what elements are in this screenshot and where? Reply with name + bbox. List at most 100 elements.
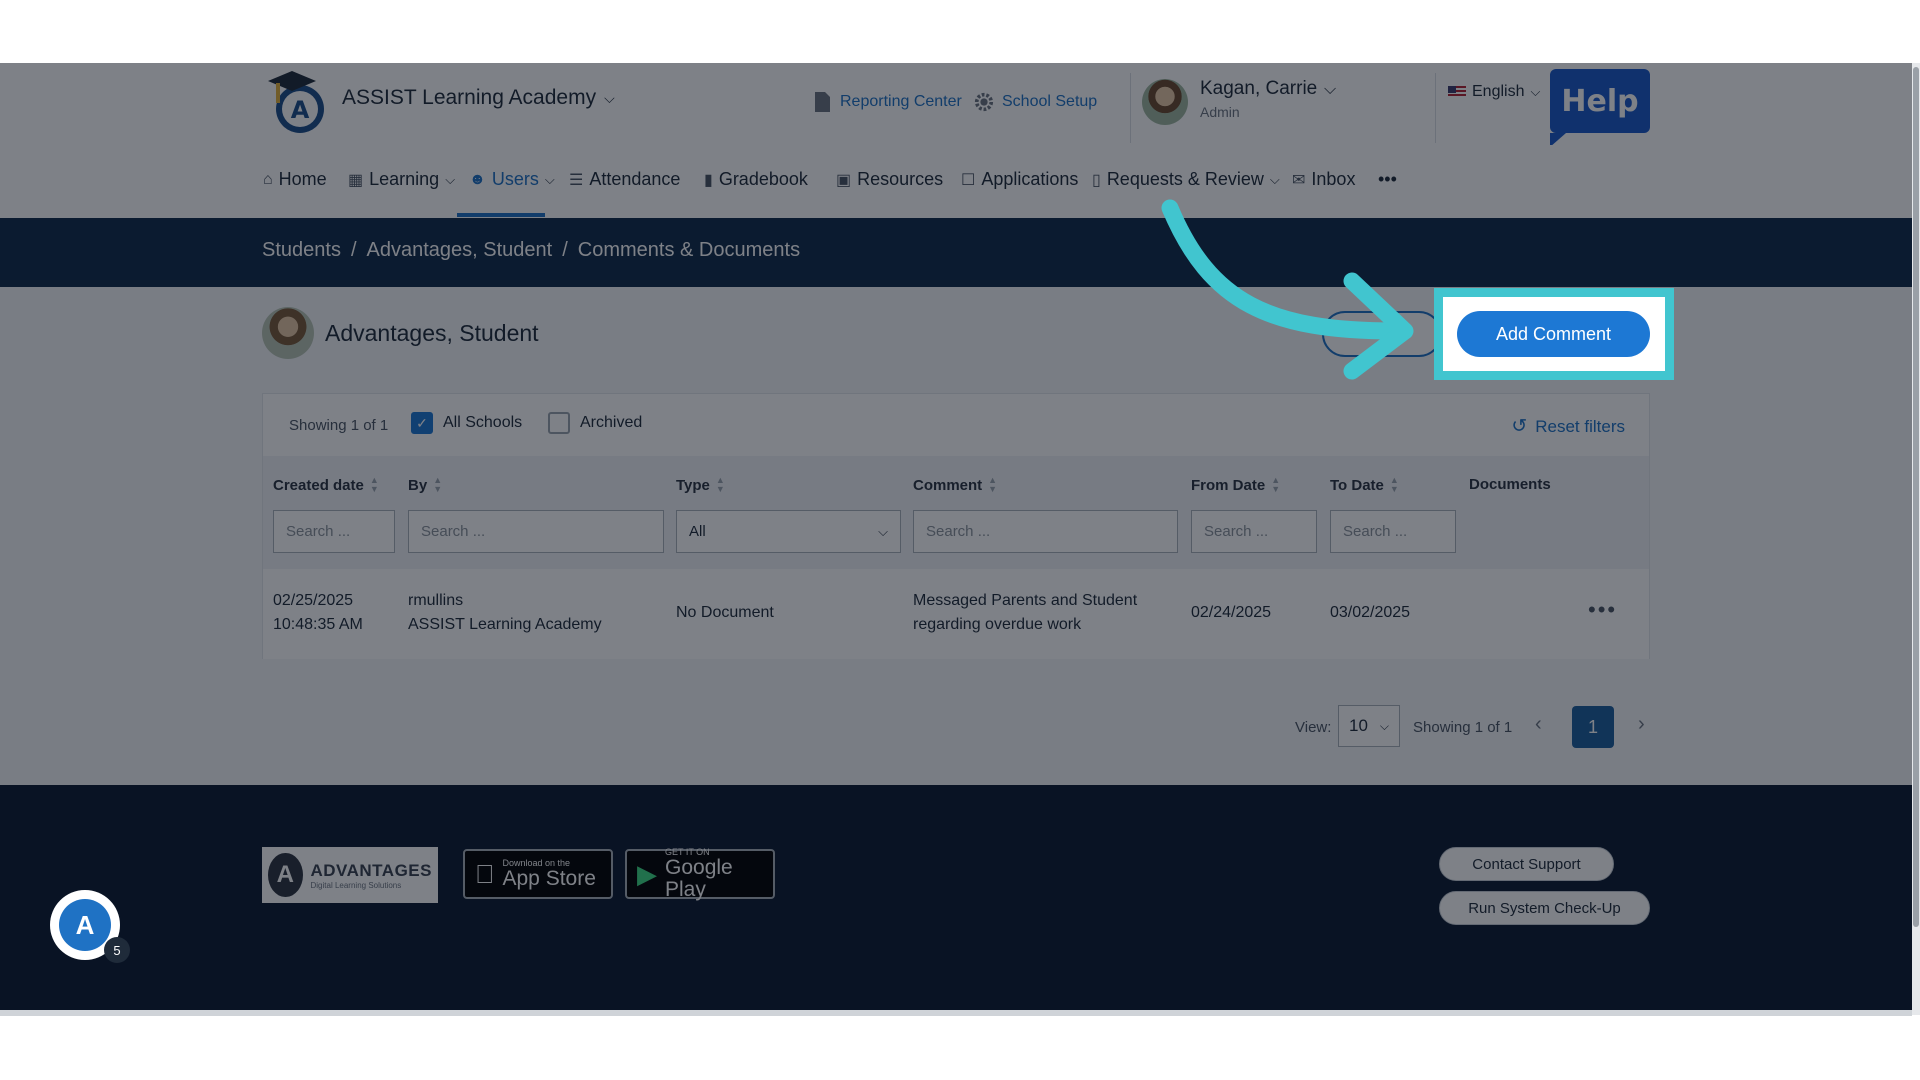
help-button[interactable]: Help (1550, 69, 1650, 147)
col-from-date[interactable]: From Date ▲ ▼ (1191, 476, 1280, 494)
language-label: English (1472, 83, 1525, 100)
created-date-value: 02/25/2025 (273, 592, 354, 609)
nav-resources[interactable]: ▣ Resources (836, 169, 943, 190)
col-type-label: Type (676, 476, 710, 494)
header-divider (1130, 73, 1131, 143)
col-type[interactable]: Type ▲ ▼ (676, 476, 725, 494)
us-flag-icon (1448, 86, 1466, 98)
add-comment-button[interactable]: Add Comment (1457, 311, 1650, 357)
chevron-down-icon: ⌵ (1269, 171, 1280, 187)
comment-search-input[interactable]: Search ... (913, 510, 1178, 553)
appstore-big-text: App Store (483, 867, 596, 890)
next-page-icon[interactable]: › (1638, 713, 1645, 736)
col-from-date-label: From Date (1191, 476, 1266, 494)
nav-home[interactable]: ⌂ Home (263, 169, 327, 190)
user-circle-icon: ☻ (469, 170, 486, 188)
sort-icon: ▲ ▼ (988, 475, 998, 494)
nav-inbox[interactable]: ✉ Inbox (1292, 169, 1355, 190)
nav-inbox-label: Inbox (1311, 169, 1356, 189)
col-comment-label: Comment (913, 476, 983, 494)
prev-page-icon[interactable]: ‹ (1535, 713, 1542, 736)
apple-icon:  (475, 859, 495, 890)
nav-users[interactable]: ☻ Users ⌵ (469, 169, 555, 190)
col-by-label: By (408, 476, 428, 494)
col-by[interactable]: By ▲ ▼ (408, 476, 442, 494)
nav-attendance[interactable]: ☰ Attendance (569, 169, 680, 190)
googleplay-big-text: Google Play (665, 856, 733, 901)
nav-home-label: Home (278, 169, 327, 189)
type-select[interactable]: All ⌵ (676, 510, 901, 553)
student-avatar (262, 307, 314, 359)
school-setup-link[interactable]: School Setup (974, 91, 1097, 113)
nav-attendance-label: Attendance (589, 169, 681, 189)
col-to-date-label: To Date (1330, 476, 1384, 494)
sort-icon: ▲ ▼ (715, 475, 725, 494)
active-tab-indicator (457, 213, 545, 217)
page-size-value: 10 (1349, 716, 1368, 735)
nav-learning[interactable]: ▦ Learning ⌵ (348, 169, 455, 190)
created-date-search-input[interactable]: Search ... (273, 510, 395, 553)
col-documents-label: Documents (1469, 476, 1551, 493)
play-icon: ▶ (637, 858, 657, 889)
horizontal-scrollbar[interactable] (0, 1010, 1912, 1016)
user-role: Admin (1200, 104, 1240, 120)
reporting-center-label: Reporting Center (840, 93, 962, 110)
chevron-down-icon: ⌵ (1379, 718, 1389, 733)
actions-dropdown[interactable] (1322, 311, 1442, 357)
nav-users-label: Users (491, 169, 539, 189)
footer: A ADVANTAGES Digital Learning Solutions … (0, 785, 1912, 1015)
reporting-center-link[interactable]: Reporting Center (812, 91, 962, 113)
nav-requests-review[interactable]: ▯ Requests & Review ⌵ (1092, 169, 1280, 190)
filter-bar: Showing 1 of 1 ✓ All Schools Archived ↺ … (263, 394, 1649, 456)
grid-icon: ▦ (348, 171, 364, 189)
archived-checkbox[interactable]: Archived (548, 412, 642, 434)
nav-more-button[interactable]: ••• (1378, 169, 1397, 190)
academy-switcher[interactable]: ASSIST Learning Academy ⌵ (342, 86, 615, 110)
page-1-button[interactable]: 1 (1572, 706, 1614, 748)
chevron-down-icon[interactable]: ⌵ (1324, 81, 1336, 99)
reset-filters-label: Reset filters (1535, 416, 1625, 436)
by-user-value: rmullins (408, 592, 464, 609)
nav-applications-label: Applications (981, 169, 1079, 189)
row-to-date: 03/02/2025 (1330, 604, 1411, 621)
contact-support-button[interactable]: Contact Support (1439, 847, 1614, 881)
reset-filters-button[interactable]: ↺ Reset filters (1511, 415, 1625, 438)
sort-icon: ▲ ▼ (369, 475, 379, 494)
nav-gradebook[interactable]: ▮ Gradebook (704, 169, 808, 190)
breadcrumb-students[interactable]: Students (262, 239, 341, 262)
col-to-date[interactable]: To Date ▲ ▼ (1330, 476, 1399, 494)
comment-line: Messaged Parents and Student (913, 592, 1138, 609)
row-more-icon[interactable]: ••• (1588, 597, 1617, 623)
google-play-badge[interactable]: ▶ GET IT ON Google Play (625, 847, 775, 901)
sort-icon: ▲ ▼ (1271, 475, 1281, 494)
nav-applications[interactable]: ☐ Applications (961, 169, 1078, 190)
language-selector[interactable]: English ⌵ (1448, 83, 1540, 101)
col-created-date[interactable]: Created date ▲ ▼ (273, 476, 379, 494)
breadcrumb-student[interactable]: Advantages, Student (367, 239, 553, 262)
pagination-showing: Showing 1 of 1 (1413, 719, 1513, 736)
col-comment[interactable]: Comment ▲ ▼ (913, 476, 997, 494)
from-date-search-input[interactable]: Search ... (1191, 510, 1317, 553)
all-schools-checkbox[interactable]: ✓ All Schools (411, 412, 522, 434)
svg-text:A: A (291, 96, 310, 124)
student-name: Advantages, Student (325, 320, 539, 346)
table-row[interactable]: 02/25/2025 10:48:35 AM rmullins ASSIST L… (263, 569, 1649, 659)
page-size-select[interactable]: 10 ⌵ (1338, 705, 1400, 747)
app-frame: A ASSIST Learning Academy ⌵ Reporting Ce… (0, 63, 1912, 1015)
academy-logo-icon[interactable]: A (262, 67, 332, 137)
user-avatar[interactable] (1142, 79, 1188, 125)
nav-resources-label: Resources (857, 169, 944, 189)
app-store-badge[interactable]:  Download on the App Store (463, 849, 613, 899)
archived-label: Archived (580, 414, 643, 431)
row-comment: Messaged Parents and Student regarding o… (913, 589, 1137, 637)
main-nav: ⌂ Home ▦ Learning ⌵ ☻ Users ⌵ ☰ Attendan… (0, 145, 1912, 218)
user-name[interactable]: Kagan, Carrie (1200, 78, 1317, 100)
breadcrumb-separator: / (350, 239, 357, 261)
by-search-input[interactable]: Search ... (408, 510, 664, 553)
to-date-search-input[interactable]: Search ... (1330, 510, 1456, 553)
list-icon: ☰ (569, 171, 584, 189)
vertical-scrollbar[interactable] (1912, 63, 1920, 1015)
system-checkup-button[interactable]: Run System Check-Up (1439, 891, 1650, 925)
comment-line: regarding overdue work (913, 616, 1082, 633)
chevron-down-icon: ⌵ (878, 523, 888, 539)
